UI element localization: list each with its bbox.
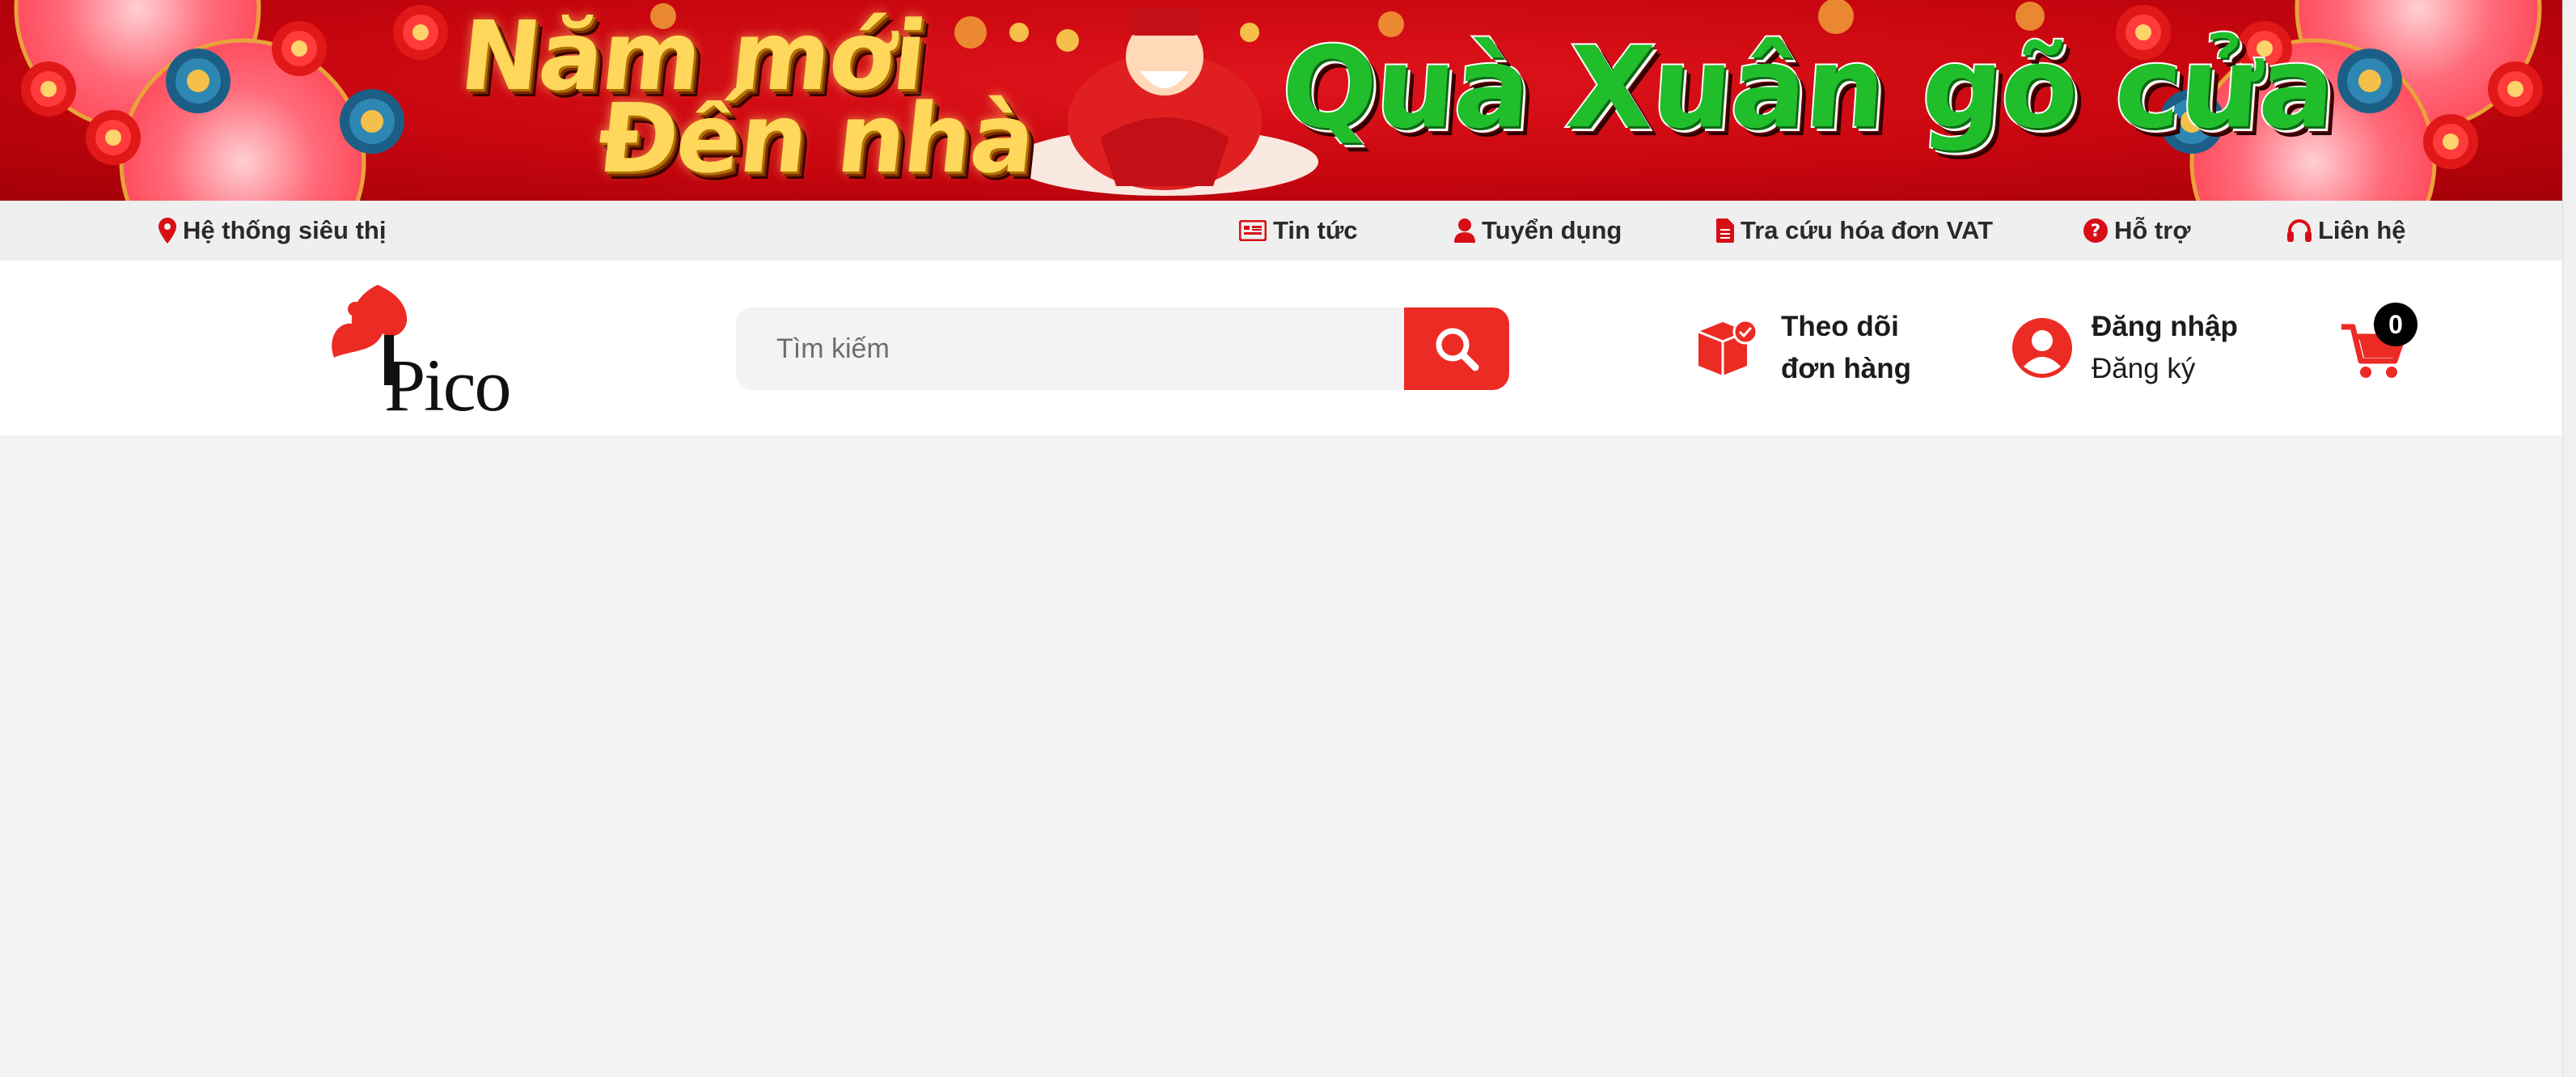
vat-invoice-link[interactable]: Tra cứu hóa đơn VAT xyxy=(1716,201,1993,261)
news-link[interactable]: Tin tức xyxy=(1239,201,1358,261)
newspaper-icon xyxy=(1239,220,1267,241)
search-button[interactable] xyxy=(1404,307,1509,390)
page-scrollbar[interactable] xyxy=(2562,0,2576,1077)
svg-text:?: ? xyxy=(2091,221,2100,240)
box-check-icon xyxy=(1698,320,1758,375)
banner-headline-slogan: Quà Xuân gõ cửa xyxy=(1275,21,2340,155)
user-circle-icon xyxy=(2012,318,2072,378)
recruitment-link[interactable]: Tuyển dụng xyxy=(1454,201,1622,261)
user-icon xyxy=(1454,218,1475,243)
support-label: Hỗ trợ xyxy=(2114,216,2191,244)
search-bar xyxy=(736,307,1509,390)
headphones-icon xyxy=(2287,219,2312,242)
store-system-link[interactable]: Hệ thống siêu thị xyxy=(159,201,386,261)
login-link[interactable]: Đăng nhập xyxy=(2092,306,2238,348)
contact-label: Liên hệ xyxy=(2318,216,2406,244)
search-input[interactable] xyxy=(736,307,1399,390)
track-order-label-2: đơn hàng xyxy=(1781,353,1911,384)
track-order-label-1: Theo dõi xyxy=(1781,311,1899,342)
search-icon xyxy=(1436,328,1479,371)
document-icon xyxy=(1716,218,1734,243)
promo-banner[interactable]: Năm mới Đến nhà Quà Xuân gõ cửa xyxy=(0,0,2562,201)
top-utility-bar: Hệ thống siêu thị Tin tức Tuyển dụng Tra… xyxy=(0,201,2562,261)
support-link[interactable]: ? Hỗ trợ xyxy=(2083,201,2190,261)
site-header: Pico Theo dõi đơn hàng xyxy=(0,261,2562,435)
map-pin-icon xyxy=(159,218,176,244)
account-block: Đăng nhập Đăng ký xyxy=(2012,261,2238,435)
logo-wordmark: Pico xyxy=(384,344,512,426)
vat-invoice-label: Tra cứu hóa đơn VAT xyxy=(1741,216,1994,244)
track-order-link[interactable]: Theo dõi đơn hàng xyxy=(1698,261,1911,435)
store-system-label: Hệ thống siêu thị xyxy=(183,216,387,244)
news-label: Tin tức xyxy=(1273,216,1358,244)
cart-count-badge: 0 xyxy=(2374,303,2417,346)
register-link[interactable]: Đăng ký xyxy=(2092,348,2238,390)
banner-headline-line2: Đến nhà xyxy=(592,83,1039,194)
site-logo[interactable]: Pico xyxy=(328,285,514,422)
contact-link[interactable]: Liên hệ xyxy=(2287,201,2406,261)
recruitment-label: Tuyển dụng xyxy=(1482,216,1622,244)
question-circle-icon: ? xyxy=(2083,218,2108,243)
